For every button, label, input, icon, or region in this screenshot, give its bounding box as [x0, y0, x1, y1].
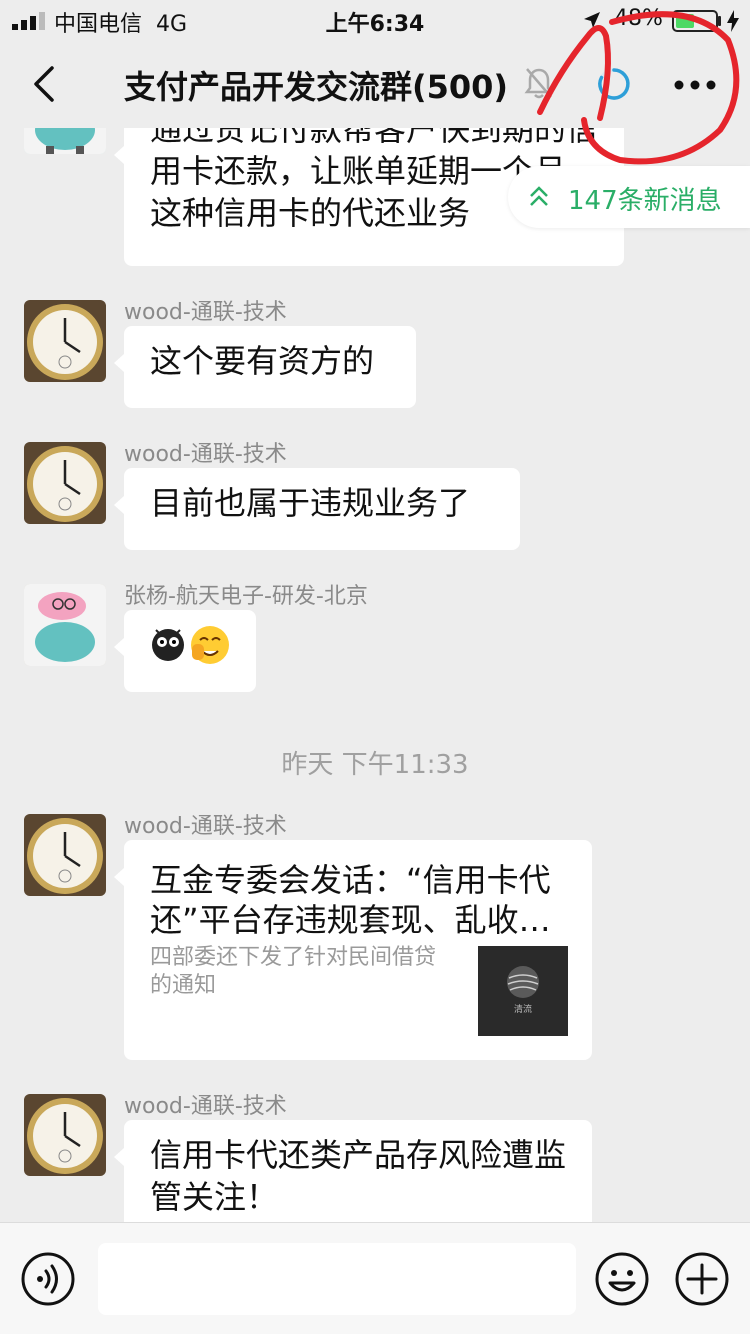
message-input[interactable]: [98, 1243, 576, 1315]
mute-bell-icon: [524, 68, 554, 99]
message-timestamp: 昨天 下午11:33: [281, 750, 469, 780]
avatar[interactable]: [24, 584, 106, 666]
loading-spinner-icon: [598, 68, 630, 100]
message-bubble[interactable]: [114, 610, 256, 692]
sender-name: wood-通联-技术: [124, 300, 287, 325]
sender-name: wood-通联-技术: [124, 442, 287, 467]
battery-percent: 48%: [614, 6, 663, 31]
avatar[interactable]: [24, 1094, 106, 1176]
sender-name: 张杨-航天电子-研发-北京: [124, 584, 368, 609]
message-text: 信用卡代还类产品存风险遭监管关注！: [150, 1136, 567, 1216]
message-text: 目前也属于违规业务了: [150, 484, 471, 522]
location-icon: [584, 12, 600, 28]
add-plus-icon[interactable]: [674, 1251, 730, 1307]
new-messages-count: 147条新消息: [568, 186, 722, 216]
message-text: 这个要有资方的: [150, 342, 375, 380]
avatar[interactable]: [24, 814, 106, 896]
sender-name: wood-通联-技术: [124, 1094, 287, 1119]
sender-name: wood-通联-技术: [124, 814, 287, 839]
emoji-face-icon[interactable]: [594, 1251, 650, 1307]
link-description: 四部委还下发了针对民间借贷的通知: [150, 945, 437, 998]
charging-icon: [727, 10, 739, 32]
message-bubble[interactable]: 信用卡代还类产品存风险遭监管关注！: [114, 1120, 592, 1222]
avatar[interactable]: [24, 300, 106, 382]
back-icon[interactable]: [30, 66, 60, 102]
link-title: 互金专委会发话：“信用卡代还”平台存违规套现、乱收…: [150, 861, 551, 939]
svg-text:清流: 清流: [514, 1003, 532, 1015]
link-card[interactable]: 互金专委会发话：“信用卡代还”平台存违规套现、乱收… 四部委还下发了针对民间借贷…: [114, 840, 592, 1060]
chat-message-list[interactable]: 通过贷记付款帮客户快到期的信用卡还款，让账单延期一个月，这种信用卡的代还业务 w…: [0, 128, 750, 1222]
new-messages-badge[interactable]: 147条新消息: [508, 166, 750, 228]
emoji-sticker-icon: [152, 626, 229, 664]
avatar[interactable]: [24, 128, 106, 154]
status-bar: 中国电信 4G 上午6:34 48%: [0, 0, 750, 40]
chat-header: 支付产品开发交流群(500): [0, 40, 750, 128]
message-bubble[interactable]: 目前也属于违规业务了: [114, 468, 520, 550]
double-chevron-up-icon: [530, 186, 548, 206]
avatar[interactable]: [24, 442, 106, 524]
page-title: 支付产品开发交流群(500): [124, 68, 509, 106]
message-bubble[interactable]: 这个要有资方的: [114, 326, 416, 408]
input-toolbar: [0, 1222, 750, 1334]
link-thumbnail: 清流: [478, 946, 568, 1036]
voice-input-icon[interactable]: [20, 1251, 76, 1307]
battery-icon: [672, 10, 718, 32]
more-options-icon[interactable]: [674, 80, 716, 90]
